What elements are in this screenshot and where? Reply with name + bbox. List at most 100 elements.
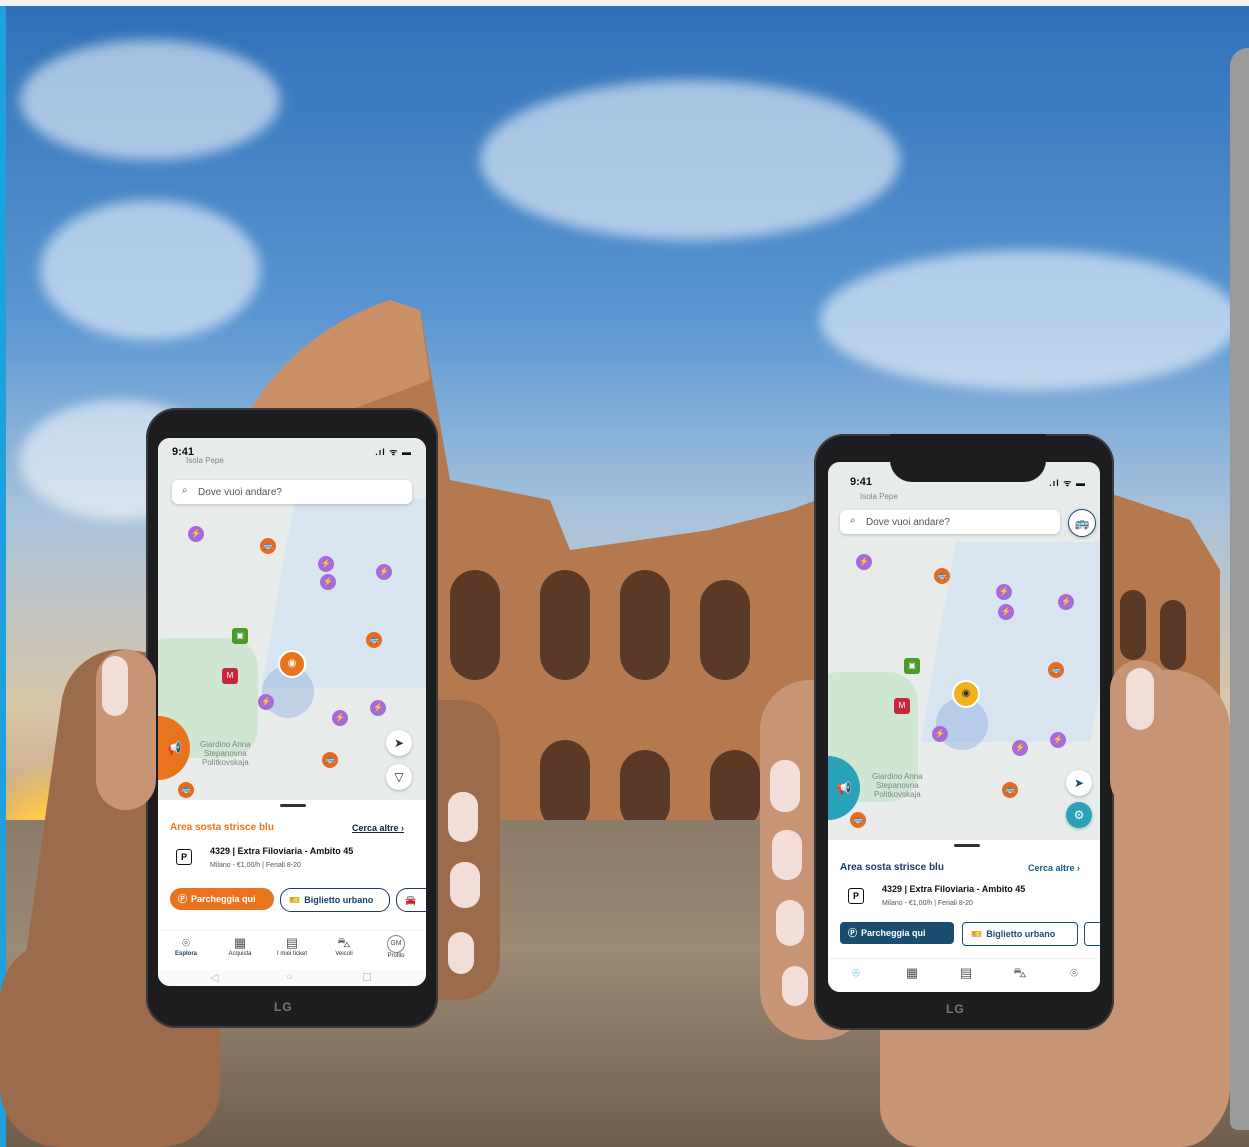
user-location-icon[interactable]: ◉	[952, 680, 980, 708]
scooter-pin[interactable]: ⚡	[932, 726, 948, 742]
ticket-icon: 🎫	[289, 895, 301, 905]
brand-logo: LG	[274, 1000, 293, 1014]
transport-icon[interactable]: 🚌	[1068, 509, 1096, 537]
status-icons: .ıl ᯤ ▬	[375, 447, 412, 457]
ticket-icon: ▤	[959, 965, 973, 980]
ticket-button[interactable]: 🎫 Biglietto urbano	[280, 888, 390, 912]
park-here-button[interactable]: Ⓟ Parcheggia qui	[840, 922, 954, 944]
tab-acquista[interactable]: ▦	[890, 965, 934, 981]
bus-pin[interactable]: 🚌	[1048, 662, 1064, 678]
store-icon: ▦	[233, 935, 247, 950]
parking-icon: P	[848, 888, 864, 904]
status-icons: .ıl ᯤ ▬	[1049, 478, 1086, 488]
search-input[interactable]: ⌕ Dove vuoi andare?	[840, 510, 1060, 534]
tab-profilo[interactable]: ⌾	[1052, 965, 1096, 981]
area-title: Area sosta strisce blu	[170, 822, 274, 833]
scooter-pin[interactable]: ⚡	[370, 700, 386, 716]
scooter-pin[interactable]: ⚡	[1012, 740, 1028, 756]
ticket-icon: 🎫	[971, 929, 983, 939]
area-title: Area sosta strisce blu	[840, 862, 944, 873]
park-here-label: Parcheggia qui	[191, 894, 256, 904]
status-time: 9:41	[172, 446, 195, 458]
search-icon: ⌕	[182, 485, 188, 496]
tab-esplora[interactable]: ⌾	[834, 965, 878, 981]
parking-sub: Milano - €1,00/h | Feriali 8-20	[210, 862, 301, 869]
status-bar: 9:41 .ıl ᯤ ▬	[158, 438, 426, 460]
parking-code: 4329 | Extra Filoviaria - Ambito 45	[882, 884, 1026, 894]
tab-label: Acquista	[228, 951, 252, 957]
scooter-pin[interactable]: ⚡	[856, 554, 872, 570]
tab-bar: ⌾ ▦ ▤ ⛍ ⌾	[828, 958, 1100, 992]
scooter-pin[interactable]: ⚡	[318, 556, 334, 572]
parking-icon: P	[176, 849, 192, 865]
metro-pin[interactable]: M	[894, 698, 910, 714]
bottom-sheet: Area sosta strisce blu Cerca altre › P 4…	[828, 840, 1100, 958]
scooter-pin[interactable]: ⚡	[1058, 594, 1074, 610]
sheet-handle[interactable]	[280, 804, 306, 807]
pin-icon: ⌾	[852, 965, 860, 980]
tab-esplora[interactable]: ⌾ Esplora	[164, 935, 208, 957]
ticket-label: Biglietto urbano	[304, 895, 374, 905]
notch	[890, 434, 1046, 482]
bus-pin[interactable]: 🚌	[366, 632, 382, 648]
search-input[interactable]: ⌕ Dove vuoi andare?	[172, 480, 412, 504]
bus-pin[interactable]: 🚌	[178, 782, 194, 798]
recents-icon[interactable]: ☐	[362, 971, 372, 984]
filter-icon[interactable]: ▽	[386, 764, 412, 790]
side-panel	[1230, 48, 1249, 1130]
metro-pin[interactable]: M	[222, 668, 238, 684]
tab-ticket[interactable]: ▤	[944, 965, 988, 981]
phone-right: Isola Pepe ⚡ 🚌 ⚡ ⚡ ⚡ ▣ 🚌 M ◉ ⚡ ⚡ ⚡ 🚌 🚌 G…	[814, 434, 1114, 1030]
tab-label: Esplora	[174, 951, 197, 957]
scooter-pin[interactable]: ⚡	[188, 526, 204, 542]
finger-nail	[448, 792, 478, 842]
scooter-pin[interactable]: ⚡	[332, 710, 348, 726]
tab-veicoli[interactable]: ⛍	[998, 965, 1042, 981]
phone-right-screen: Isola Pepe ⚡ 🚌 ⚡ ⚡ ⚡ ▣ 🚌 M ◉ ⚡ ⚡ ⚡ 🚌 🚌 G…	[828, 462, 1100, 992]
search-icon: ⌕	[850, 515, 856, 526]
scooter-pin[interactable]: ⚡	[998, 604, 1014, 620]
thumb-nail	[1126, 668, 1154, 730]
tab-label: I miei ticket	[276, 951, 307, 957]
store-icon: ▦	[905, 965, 919, 980]
home-icon[interactable]: ○	[286, 971, 293, 983]
bus-pin[interactable]: 🚌	[934, 568, 950, 584]
bus-pin[interactable]: 🚌	[1002, 782, 1018, 798]
bus-pin[interactable]: 🚌	[322, 752, 338, 768]
parking-icon: Ⓟ	[178, 894, 188, 904]
sheet-handle[interactable]	[954, 844, 980, 847]
navigate-icon[interactable]: ➤	[386, 730, 412, 756]
filter-icon[interactable]: ⚙	[1066, 802, 1092, 828]
back-icon[interactable]: ◁	[210, 971, 218, 984]
user-location-icon[interactable]: ◉	[278, 650, 306, 678]
finger-nail	[450, 862, 480, 908]
car-button[interactable]	[1084, 922, 1100, 946]
map-label-garden: Giardino Anna Stepanovna Politkovskaja	[872, 772, 923, 799]
tram-pin[interactable]: ▣	[904, 658, 920, 674]
car-button[interactable]: 🚘	[396, 888, 426, 912]
bus-pin[interactable]: 🚌	[260, 538, 276, 554]
tab-acquista[interactable]: ▦ Acquista	[218, 935, 262, 957]
bus-pin[interactable]: 🚌	[850, 812, 866, 828]
thumb-nail	[102, 656, 128, 716]
tab-profilo[interactable]: GM Profilo	[374, 935, 418, 959]
parking-icon: Ⓟ	[848, 928, 858, 938]
more-link[interactable]: Cerca altre ›	[352, 823, 404, 833]
phone-left-screen: Isola Pepe ⚡ 🚌 ⚡ ⚡ ⚡ ▣ 🚌 M ◉ ⚡ ⚡ ⚡ 🚌 🚌 G…	[158, 438, 426, 986]
tram-pin[interactable]: ▣	[232, 628, 248, 644]
tab-ticket[interactable]: ▤ I miei ticket	[270, 935, 314, 957]
more-link[interactable]: Cerca altre ›	[1028, 863, 1080, 873]
navigate-icon[interactable]: ➤	[1066, 770, 1092, 796]
search-placeholder: Dove vuoi andare?	[198, 487, 282, 498]
scooter-pin[interactable]: ⚡	[320, 574, 336, 590]
scooter-pin[interactable]: ⚡	[258, 694, 274, 710]
ticket-button[interactable]: 🎫 Biglietto urbano	[962, 922, 1078, 946]
scooter-pin[interactable]: ⚡	[376, 564, 392, 580]
tab-bar: ⌾ Esplora ▦ Acquista ▤ I miei ticket ⛍ Veico…	[158, 930, 426, 971]
park-here-button[interactable]: Ⓟ Parcheggia qui	[170, 888, 274, 910]
scooter-pin[interactable]: ⚡	[996, 584, 1012, 600]
ticket-icon: ▤	[285, 935, 299, 950]
tab-veicoli[interactable]: ⛍ Veicoli	[322, 935, 366, 957]
scooter-pin[interactable]: ⚡	[1050, 732, 1066, 748]
phone-left: Isola Pepe ⚡ 🚌 ⚡ ⚡ ⚡ ▣ 🚌 M ◉ ⚡ ⚡ ⚡ 🚌 🚌 G…	[146, 408, 438, 1028]
